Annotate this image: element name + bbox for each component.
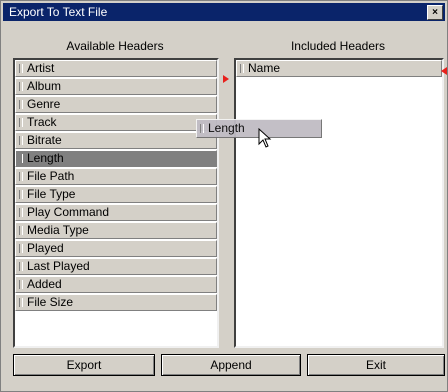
grip-icon — [19, 118, 23, 127]
grip-icon — [19, 172, 23, 181]
header-item-label: Track — [27, 115, 57, 129]
header-item[interactable]: File Type — [15, 186, 217, 203]
grip-icon — [19, 226, 23, 235]
close-button[interactable]: × — [427, 5, 443, 20]
mouse-pointer-icon — [258, 128, 272, 148]
header-item[interactable]: Album — [15, 78, 217, 95]
remove-arrow-icon[interactable] — [441, 67, 447, 75]
header-item-label: Artist — [27, 61, 55, 75]
header-item-label: Media Type — [27, 223, 89, 237]
included-headers-list[interactable]: Name — [234, 58, 444, 348]
grip-icon — [19, 262, 23, 271]
header-item-label: Played — [27, 241, 64, 255]
grip-icon — [19, 190, 23, 199]
exit-button[interactable]: Exit — [307, 354, 445, 376]
grip-icon — [19, 100, 23, 109]
header-item[interactable]: Genre — [15, 96, 217, 113]
header-item-label: Last Played — [27, 259, 90, 273]
header-item-label: Added — [27, 277, 62, 291]
grip-icon — [19, 280, 23, 289]
header-item-label: File Type — [27, 187, 76, 201]
available-headers-title: Available Headers — [66, 39, 164, 53]
header-item[interactable]: Bitrate — [15, 132, 217, 149]
export-dialog: Export To Text File × Available Headers … — [0, 0, 448, 392]
grip-icon — [19, 298, 23, 307]
header-item-label: File Size — [27, 295, 74, 309]
grip-icon — [19, 64, 23, 73]
drag-ghost-label: Length — [208, 121, 245, 135]
grip-icon — [19, 208, 23, 217]
header-item[interactable]: Length — [15, 150, 217, 167]
included-headers-title: Included Headers — [290, 39, 386, 53]
header-item[interactable]: File Path — [15, 168, 217, 185]
header-item-label: Length — [27, 151, 64, 165]
add-arrow-icon[interactable] — [223, 75, 229, 83]
grip-icon — [200, 124, 204, 133]
grip-icon — [19, 136, 23, 145]
available-headers-list[interactable]: Artist Album Genre Track Bitrate Length File P… — [13, 58, 219, 348]
export-button[interactable]: Export — [13, 354, 155, 376]
header-item[interactable]: Name — [236, 60, 442, 77]
header-item-label: File Path — [27, 169, 75, 183]
grip-icon — [19, 244, 23, 253]
header-item-label: Bitrate — [27, 133, 62, 147]
header-item-label: Album — [27, 79, 62, 93]
grip-icon — [19, 82, 23, 91]
header-item-label: Play Command — [27, 205, 110, 219]
header-item[interactable]: Track — [15, 114, 217, 131]
header-item[interactable]: File Size — [15, 294, 217, 311]
header-item-label: Genre — [27, 97, 61, 111]
header-item[interactable]: Play Command — [15, 204, 217, 221]
header-item[interactable]: Media Type — [15, 222, 217, 239]
append-button[interactable]: Append — [161, 354, 301, 376]
header-item[interactable]: Played — [15, 240, 217, 257]
title-bar[interactable]: Export To Text File × — [3, 3, 445, 21]
header-item[interactable]: Last Played — [15, 258, 217, 275]
header-item[interactable]: Added — [15, 276, 217, 293]
grip-icon — [240, 64, 244, 73]
grip-icon — [19, 154, 23, 163]
header-item[interactable]: Artist — [15, 60, 217, 77]
header-item-label: Name — [248, 61, 281, 75]
window-title: Export To Text File — [9, 5, 108, 19]
